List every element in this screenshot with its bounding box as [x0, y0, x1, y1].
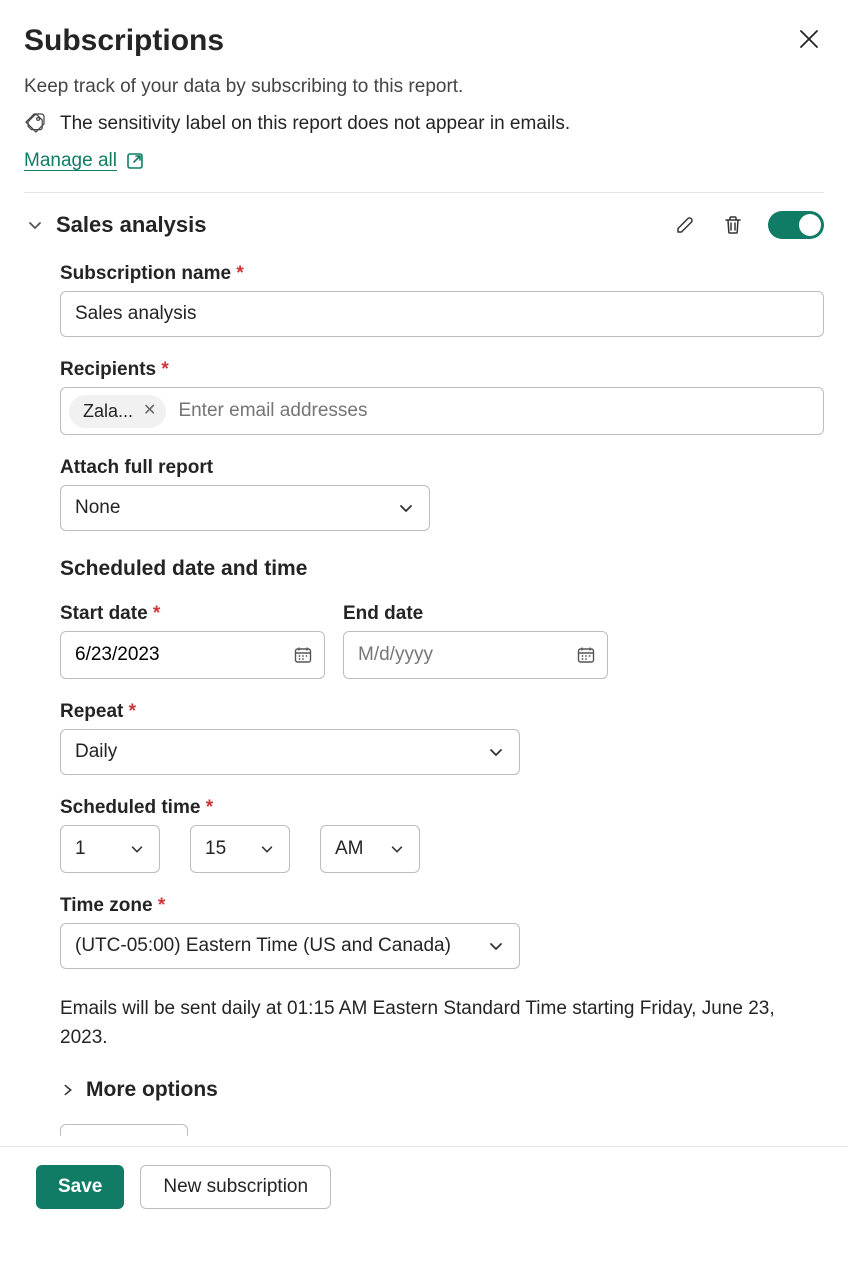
subscription-name-label: Subscription name * [60, 263, 824, 285]
trash-icon [722, 214, 744, 236]
more-options-label: More options [86, 1078, 218, 1102]
end-date-input[interactable] [343, 631, 608, 679]
repeat-label: Repeat * [60, 701, 824, 723]
chevron-down-icon [259, 841, 275, 857]
timezone-select[interactable]: (UTC-05:00) Eastern Time (US and Canada) [60, 923, 520, 969]
chevron-down-icon [487, 743, 505, 761]
chevron-down-icon [397, 499, 415, 517]
repeat-select[interactable]: Daily [60, 729, 520, 775]
recipient-chip[interactable]: Zala... ✕ [69, 395, 166, 428]
divider [24, 192, 824, 193]
tag-icon [24, 112, 48, 136]
recipient-chip-label: Zala... [83, 401, 133, 422]
new-subscription-button[interactable]: New subscription [140, 1165, 331, 1209]
more-options-toggle[interactable]: More options [60, 1078, 824, 1102]
start-date-label: Start date * [60, 603, 325, 625]
manage-all-link[interactable]: Manage all [24, 150, 145, 172]
chevron-down-icon [129, 841, 145, 857]
chevron-down-icon [389, 841, 405, 857]
schedule-section-heading: Scheduled date and time [60, 557, 824, 581]
attach-report-value: None [75, 497, 120, 519]
recipients-label: Recipients * [60, 359, 824, 381]
chevron-down-icon [26, 216, 44, 234]
recipients-text-input[interactable] [176, 399, 815, 423]
edit-subscription-button[interactable] [672, 212, 698, 238]
end-date-label: End date [343, 603, 608, 625]
manage-all-label: Manage all [24, 150, 117, 172]
minute-select[interactable]: 15 [190, 825, 290, 873]
collapse-subscription-button[interactable] [24, 214, 46, 236]
close-button[interactable] [794, 24, 824, 54]
attach-report-label: Attach full report [60, 457, 824, 479]
pencil-icon [674, 214, 696, 236]
scheduled-time-label: Scheduled time * [60, 797, 824, 819]
open-external-icon [125, 151, 145, 171]
subscription-title: Sales analysis [56, 212, 206, 238]
page-title: Subscriptions [24, 24, 224, 58]
ampm-value: AM [335, 838, 364, 860]
timezone-label: Time zone * [60, 895, 824, 917]
remove-recipient-icon[interactable]: ✕ [143, 403, 156, 419]
sensitivity-notice-text: The sensitivity label on this report doe… [60, 113, 570, 135]
schedule-summary: Emails will be sent daily at 01:15 AM Ea… [60, 995, 824, 1052]
save-button[interactable]: Save [36, 1165, 124, 1209]
partial-element [60, 1124, 188, 1136]
delete-subscription-button[interactable] [720, 212, 746, 238]
hour-select[interactable]: 1 [60, 825, 160, 873]
subscription-name-input[interactable] [60, 291, 824, 337]
subscription-enable-toggle[interactable] [768, 211, 824, 239]
close-icon [798, 28, 820, 50]
attach-report-select[interactable]: None [60, 485, 430, 531]
repeat-value: Daily [75, 741, 117, 763]
chevron-right-icon [60, 1082, 76, 1098]
start-date-input[interactable] [60, 631, 325, 679]
recipients-input[interactable]: Zala... ✕ [60, 387, 824, 435]
chevron-down-icon [487, 937, 505, 955]
footer: Save New subscription [0, 1146, 848, 1233]
timezone-value: (UTC-05:00) Eastern Time (US and Canada) [75, 935, 451, 957]
ampm-select[interactable]: AM [320, 825, 420, 873]
hour-value: 1 [75, 838, 86, 860]
sensitivity-notice-row: The sensitivity label on this report doe… [24, 112, 824, 136]
toggle-knob [799, 214, 821, 236]
minute-value: 15 [205, 838, 226, 860]
page-subtitle: Keep track of your data by subscribing t… [24, 76, 824, 98]
